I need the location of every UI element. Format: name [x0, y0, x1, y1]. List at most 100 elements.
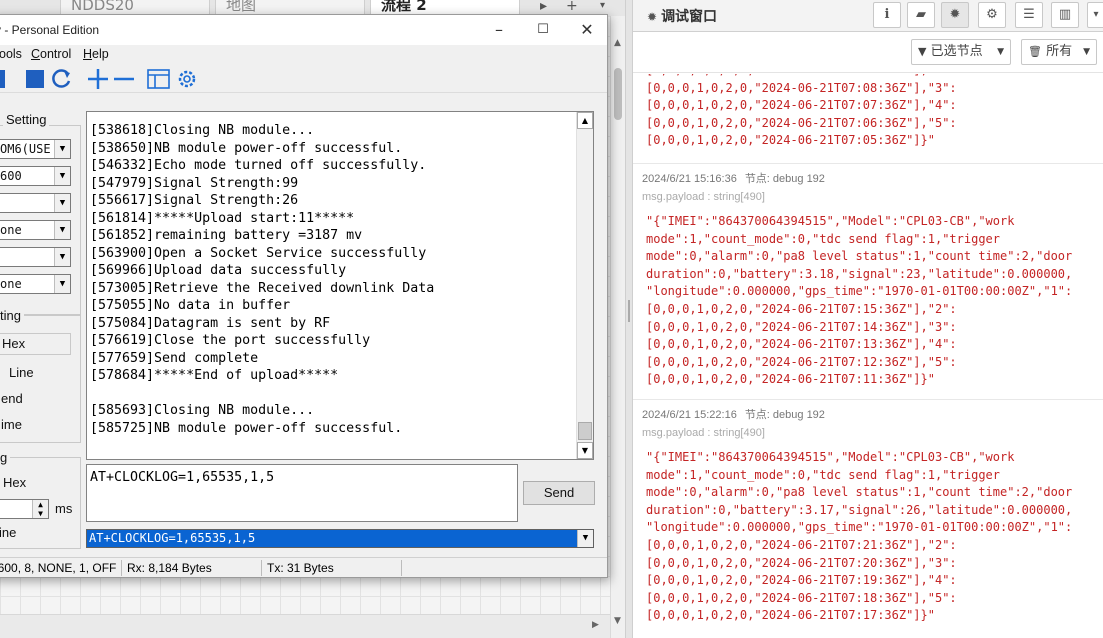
flowcontrol-combo[interactable]: one ▼	[0, 274, 71, 294]
debug-message[interactable]: [0,0,0,1,0,2,0,"2024-06-21T07:09:36Z"],"…	[633, 74, 1103, 164]
command-history-combo[interactable]: AT+CLOCKLOG=1,65535,1,5 ▼	[86, 529, 594, 548]
minimize-button[interactable]: –	[479, 19, 519, 43]
sidebar-splitter[interactable]	[625, 0, 633, 638]
config-gear-icon[interactable]: ⚙	[978, 2, 1006, 28]
debug-message[interactable]: 2024/6/21 15:16:36 节点: debug 192 msg.payl…	[633, 164, 1103, 400]
menu-label: ontrol	[40, 47, 72, 61]
status-divider	[261, 560, 262, 576]
receive-text-area[interactable]: [538618]Closing NB module... [538650]NB …	[86, 111, 594, 460]
clear-all-label: 所有	[1046, 44, 1073, 59]
screen: NDDS20 地图 流程 2 ▸ + ▾ ▲ ▼ ▶ ✹ 调试窗口 i ▰ ✹ ⚙…	[0, 0, 1103, 638]
scroll-up-icon[interactable]: ▲	[614, 38, 621, 48]
debug-message-payload[interactable]: "{"IMEI":"864370064394515","Model":"CPL0…	[646, 449, 1096, 625]
remove-icon[interactable]	[113, 68, 135, 90]
rx-auto-line-checkbox[interactable]: Line	[9, 365, 34, 380]
parity-combo[interactable]: one ▼	[0, 220, 71, 240]
chevron-down-icon[interactable]: ▼	[54, 140, 70, 158]
close-button[interactable]: ✕	[567, 19, 607, 43]
chevron-down-icon[interactable]: ▼	[54, 221, 70, 239]
sidebar-menu-chevron-icon[interactable]: ▾	[1087, 2, 1103, 28]
maximize-button[interactable]: ☐	[523, 19, 563, 43]
add-flow-icon[interactable]: +	[566, 0, 578, 13]
send-text[interactable]: AT+CLOCKLOG=1,65535,1,5	[90, 470, 274, 485]
sidebar-header: ✹ 调试窗口 i ▰ ✹ ⚙ ☰ ▥ ▾	[633, 0, 1103, 32]
rx-hex-radio[interactable]: Hex	[0, 333, 71, 355]
stopbits-combo[interactable]: ▼	[0, 247, 71, 267]
send-text-area[interactable]: AT+CLOCKLOG=1,65535,1,5	[86, 464, 518, 522]
debug-message-list[interactable]: [0,0,0,1,0,2,0,"2024-06-21T07:09:36Z"],"…	[633, 74, 1103, 638]
bug-icon: ✹	[647, 10, 658, 24]
tx-interval-spinner[interactable]: ▲ ▼	[0, 499, 49, 519]
rx-hex-label: Hex	[2, 336, 26, 351]
baudrate-combo-value: 600	[0, 169, 22, 183]
flow-list-icon[interactable]: ▾	[600, 0, 605, 12]
debug-message-property[interactable]: msg.payload : string[490]	[642, 191, 765, 203]
chevron-down-icon[interactable]: ▼	[577, 530, 593, 547]
scrollbar-thumb[interactable]	[578, 422, 592, 440]
menu-label: elp	[92, 47, 109, 61]
context-data-icon[interactable]: ☰	[1015, 2, 1043, 28]
debug-sidebar: ✹调试窗口 i ▰ ✹ ⚙ ☰ ▥ ▾ ▼ 已选节点 ▼ 🗑 所有 ▼ [0,	[633, 0, 1103, 638]
rx-show-time-checkbox[interactable]: ime	[1, 417, 22, 432]
filter-nodes-dropdown[interactable]: ▼ 已选节点 ▼	[911, 39, 1011, 65]
debug-message-payload[interactable]: "{"IMEI":"864370064394515","Model":"CPL0…	[646, 213, 1096, 389]
scrollbar-thumb[interactable]	[614, 68, 622, 120]
flow-tab-label: 地图	[226, 0, 257, 14]
status-port-settings: 9600, 8, NONE, 1, OFF	[0, 561, 117, 575]
tx-add-line-checkbox[interactable]: ine	[0, 525, 16, 540]
info-tab-icon[interactable]: i	[873, 2, 901, 28]
debug-message-meta: 2024/6/21 15:22:16 节点: debug 192	[642, 406, 825, 422]
filter-nodes-label: 已选节点	[930, 44, 983, 59]
debug-message-node[interactable]: 节点: debug 192	[745, 173, 825, 185]
debug-message-property[interactable]: msg.payload : string[490]	[642, 427, 765, 439]
debug-filter-bar: ▼ 已选节点 ▼ 🗑 所有 ▼	[633, 33, 1103, 73]
chevron-down-icon[interactable]: ▼	[54, 275, 70, 293]
refresh-icon[interactable]	[51, 68, 73, 90]
workspace-horizontal-scrollbar[interactable]: ▶	[0, 614, 610, 638]
scroll-down-icon[interactable]: ▼	[577, 442, 593, 459]
clear-messages-dropdown[interactable]: 🗑 所有 ▼	[1021, 39, 1097, 65]
menu-tools[interactable]: ools	[0, 47, 22, 61]
stop-icon[interactable]	[25, 68, 47, 90]
debug-message[interactable]: 2024/6/21 15:22:16 节点: debug 192 msg.payl…	[633, 400, 1103, 638]
help-book-icon[interactable]: ▰	[907, 2, 935, 28]
databits-combo[interactable]: ▼	[0, 193, 71, 213]
debug-message-node[interactable]: 节点: debug 192	[745, 409, 825, 421]
receive-text[interactable]: [538618]Closing NB module... [538650]NB …	[90, 122, 578, 458]
scroll-up-icon[interactable]: ▲	[577, 112, 593, 129]
chevron-down-icon: ▼	[997, 47, 1004, 57]
sidebar-title: ✹ 调试窗口	[647, 6, 717, 26]
scroll-right-icon[interactable]: ▶	[592, 620, 599, 630]
pause-icon[interactable]	[0, 68, 9, 90]
sidebar-title-text: 调试窗口	[661, 9, 718, 25]
toolbar	[0, 65, 607, 93]
scroll-tabs-icon[interactable]: ▸	[540, 0, 547, 13]
tx-hex-radio[interactable]: Hex	[0, 475, 26, 490]
spinner-arrows-icon[interactable]: ▲ ▼	[32, 500, 48, 518]
flow-tab-label: NDDS20	[71, 0, 134, 14]
settings-gear-icon[interactable]	[175, 68, 199, 90]
splitter-grip-icon[interactable]	[628, 300, 630, 322]
scroll-down-icon[interactable]: ▼	[614, 616, 621, 626]
menu-control[interactable]: Control	[31, 47, 71, 61]
port-combo[interactable]: OM6(USE ▼	[0, 139, 71, 159]
dashboard-chart-icon[interactable]: ▥	[1051, 2, 1079, 28]
menu-mnemonic: H	[83, 47, 93, 61]
chevron-down-icon[interactable]: ▼	[54, 248, 70, 266]
add-icon[interactable]	[87, 68, 109, 90]
debug-tab-icon[interactable]: ✹	[941, 2, 969, 28]
window-layout-icon[interactable]	[147, 68, 171, 90]
debug-message-payload[interactable]: [0,0,0,1,0,2,0,"2024-06-21T07:09:36Z"],"…	[646, 74, 1096, 150]
receive-scrollbar[interactable]: ▲ ▼	[576, 112, 593, 459]
window-titlebar[interactable]: y - Personal Edition – ☐ ✕	[0, 15, 607, 45]
workspace-vertical-scrollbar[interactable]: ▲ ▼	[610, 16, 625, 638]
rx-show-send-checkbox[interactable]: end	[1, 391, 23, 406]
send-button[interactable]: Send	[523, 481, 595, 505]
menu-mnemonic: C	[31, 47, 41, 61]
menu-help[interactable]: Help	[83, 47, 109, 61]
parity-combo-value: one	[0, 223, 22, 237]
serial-tool-window: y - Personal Edition – ☐ ✕ ools Control …	[0, 14, 608, 578]
baudrate-combo[interactable]: 600 ▼	[0, 166, 71, 186]
chevron-down-icon[interactable]: ▼	[54, 167, 70, 185]
chevron-down-icon[interactable]: ▼	[54, 194, 70, 212]
